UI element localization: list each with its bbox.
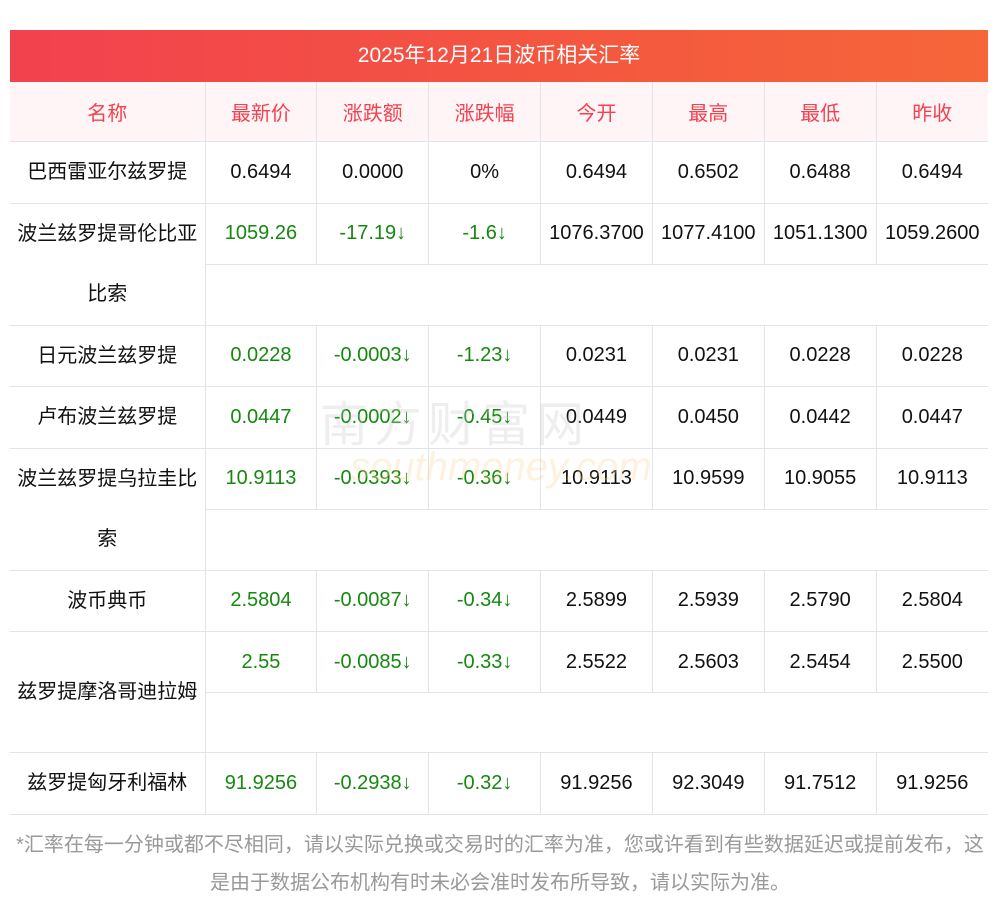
- latest-price-cell: 0.0228: [204, 324, 318, 387]
- open-price-cell: 0.6494: [540, 141, 653, 204]
- blank-cell: [205, 693, 988, 753]
- table-row: 兹罗提摩洛哥迪拉姆 2.55 -0.0085↓ -0.33↓ 2.5522 2.5603 2…: [10, 631, 988, 753]
- table-title: 2025年12月21日波币相关汇率: [10, 30, 988, 82]
- disclaimer-note: *汇率在每一分钟或都不尽相同，请以实际兑换或交易时的汇率为准，您或许看到有些数据…: [16, 834, 984, 894]
- low-price-cell: 91.7512: [763, 752, 877, 815]
- high-price-cell: 0.0450: [651, 386, 765, 449]
- change-amount-cell: 0.0000: [316, 141, 430, 204]
- open-price-cell: 91.9256: [540, 752, 653, 815]
- exchange-rate-table: 名称 最新价 涨跌额 涨跌幅 今开 最高 最低 昨收 巴西雷亚尔兹罗提 0.649…: [10, 82, 988, 815]
- open-price-cell: 10.9113: [540, 447, 653, 510]
- prev-close-cell: 0.0447: [875, 386, 988, 449]
- change-percent-cell: -1.6↓: [428, 202, 542, 265]
- low-price-cell: 0.0228: [763, 324, 877, 387]
- open-price-cell: 2.5522: [540, 631, 653, 693]
- header-name: 名称: [10, 82, 206, 142]
- header-change-pct: 涨跌幅: [428, 82, 542, 142]
- open-price-cell: 0.0449: [540, 386, 653, 449]
- latest-price-cell: 0.0447: [204, 386, 318, 449]
- change-percent-cell: 0%: [428, 141, 542, 204]
- table-row: 兹罗提匈牙利福林 91.9256 -0.2938↓ -0.32↓ 91.9256 92.3…: [10, 752, 988, 815]
- table-row: 波币典币 2.5804 -0.0087↓ -0.34↓ 2.5899 2.5939 2.57…: [10, 569, 988, 632]
- high-price-cell: 0.0231: [651, 324, 765, 387]
- table-row: 卢布波兰兹罗提 0.0447 -0.0002↓ -0.45↓ 0.0449 0.0450 0…: [10, 386, 988, 449]
- table-row: 波兰兹罗提哥伦比亚比索 1059.26 -17.19↓ -1.6↓ 1076.3700 1…: [10, 202, 988, 326]
- change-amount-cell: -0.0002↓: [316, 386, 430, 449]
- low-price-cell: 10.9055: [763, 447, 877, 510]
- currency-pair-name: 兹罗提匈牙利福林: [10, 752, 206, 815]
- currency-pair-name: 波币典币: [10, 569, 206, 632]
- low-price-cell: 1051.1300: [763, 202, 877, 265]
- open-price-cell: 0.0231: [540, 324, 653, 387]
- latest-price-cell: 10.9113: [204, 447, 318, 510]
- latest-price-cell: 0.6494: [204, 141, 318, 204]
- header-change: 涨跌额: [316, 82, 430, 142]
- low-price-cell: 0.0442: [763, 386, 877, 449]
- table-header-row: 名称 最新价 涨跌额 涨跌幅 今开 最高 最低 昨收: [10, 82, 988, 142]
- currency-pair-name: 波兰兹罗提哥伦比亚比索: [10, 202, 206, 326]
- header-open: 今开: [540, 82, 653, 142]
- high-price-cell: 2.5939: [651, 569, 765, 632]
- open-price-cell: 2.5899: [540, 569, 653, 632]
- low-price-cell: 2.5790: [763, 569, 877, 632]
- currency-pair-name: 兹罗提摩洛哥迪拉姆: [10, 631, 206, 753]
- change-amount-cell: -0.2938↓: [316, 752, 430, 815]
- change-percent-cell: -0.34↓: [428, 569, 542, 632]
- change-amount-cell: -17.19↓: [316, 202, 430, 265]
- prev-close-cell: 91.9256: [875, 752, 988, 815]
- latest-price-cell: 2.5804: [204, 569, 318, 632]
- change-amount-cell: -0.0003↓: [316, 324, 430, 387]
- high-price-cell: 0.6502: [651, 141, 765, 204]
- prev-close-cell: 10.9113: [875, 447, 988, 510]
- change-percent-cell: -0.45↓: [428, 386, 542, 449]
- currency-pair-name: 巴西雷亚尔兹罗提: [10, 141, 206, 204]
- open-price-cell: 1076.3700: [540, 202, 653, 265]
- header-low: 最低: [763, 82, 877, 142]
- high-price-cell: 92.3049: [651, 752, 765, 815]
- currency-pair-name: 卢布波兰兹罗提: [10, 386, 206, 449]
- prev-close-cell: 0.0228: [875, 324, 988, 387]
- latest-price-cell: 1059.26: [204, 202, 318, 265]
- blank-cell: [205, 510, 988, 571]
- currency-pair-name: 日元波兰兹罗提: [10, 324, 206, 387]
- currency-pair-name: 波兰兹罗提乌拉圭比索: [10, 447, 206, 571]
- change-percent-cell: -0.36↓: [428, 447, 542, 510]
- table-row: 波兰兹罗提乌拉圭比索 10.9113 -0.0393↓ -0.36↓ 10.9113 10…: [10, 447, 988, 571]
- table-row: 巴西雷亚尔兹罗提 0.6494 0.0000 0% 0.6494 0.6502 0.6488…: [10, 141, 988, 204]
- change-amount-cell: -0.0393↓: [316, 447, 430, 510]
- change-percent-cell: -0.33↓: [428, 631, 542, 693]
- prev-close-cell: 2.5804: [875, 569, 988, 632]
- change-amount-cell: -0.0085↓: [316, 631, 430, 693]
- prev-close-cell: 2.5500: [875, 631, 988, 693]
- blank-cell: [205, 265, 988, 326]
- header-prev-close: 昨收: [875, 82, 988, 142]
- high-price-cell: 10.9599: [651, 447, 765, 510]
- change-percent-cell: -0.32↓: [428, 752, 542, 815]
- high-price-cell: 1077.4100: [651, 202, 765, 265]
- high-price-cell: 2.5603: [651, 631, 765, 693]
- change-amount-cell: -0.0087↓: [316, 569, 430, 632]
- prev-close-cell: 1059.2600: [875, 202, 988, 265]
- low-price-cell: 0.6488: [763, 141, 877, 204]
- header-high: 最高: [651, 82, 765, 142]
- prev-close-cell: 0.6494: [875, 141, 988, 204]
- exchange-rate-panel: 2025年12月21日波币相关汇率 名称 最新价 涨跌额 涨跌幅 今开 最高 最…: [10, 30, 988, 815]
- latest-price-cell: 91.9256: [204, 752, 318, 815]
- table-row: 日元波兰兹罗提 0.0228 -0.0003↓ -1.23↓ 0.0231 0.0231 0…: [10, 324, 988, 387]
- header-latest: 最新价: [204, 82, 318, 142]
- latest-price-cell: 2.55: [204, 631, 318, 693]
- change-percent-cell: -1.23↓: [428, 324, 542, 387]
- low-price-cell: 2.5454: [763, 631, 877, 693]
